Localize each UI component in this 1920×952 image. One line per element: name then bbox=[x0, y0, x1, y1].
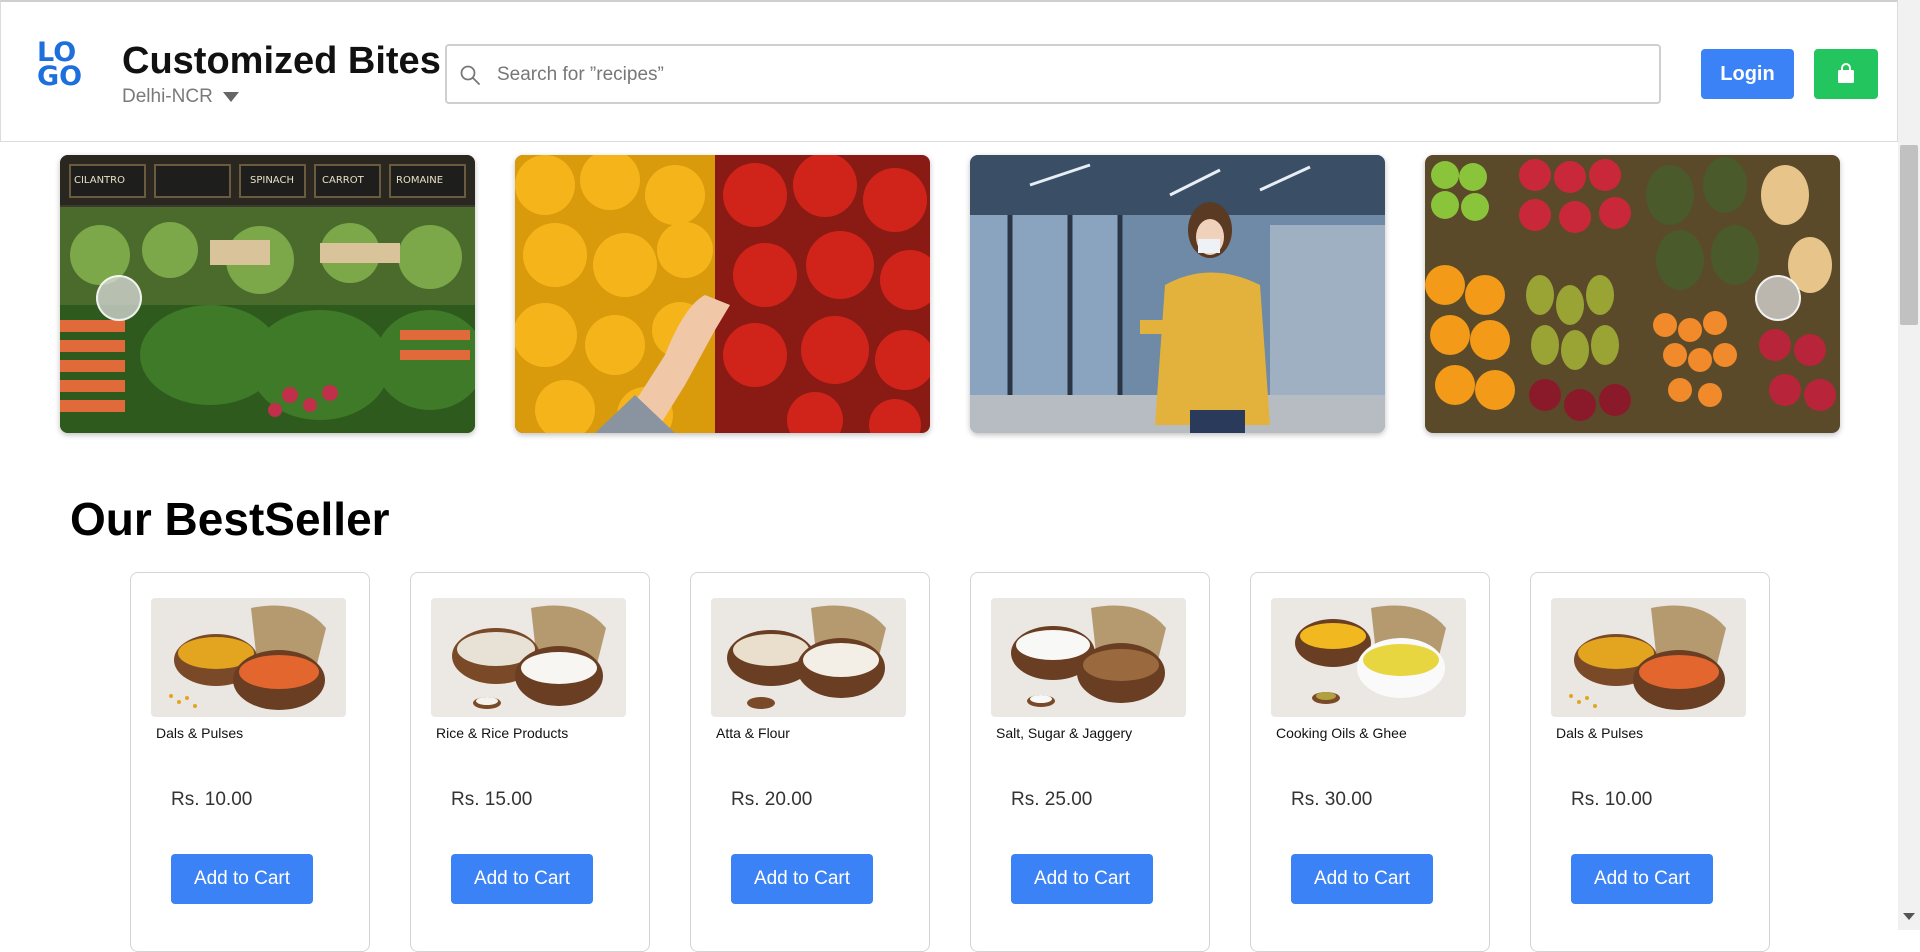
location-label: Delhi-NCR bbox=[122, 86, 213, 107]
product-name: Rice & Rice Products bbox=[436, 725, 569, 741]
product-price: Rs. 10.00 bbox=[171, 789, 253, 810]
login-button[interactable]: Login bbox=[1701, 49, 1794, 99]
product-image[interactable] bbox=[991, 598, 1186, 717]
product-image[interactable] bbox=[431, 598, 626, 717]
logo[interactable]: LO GO bbox=[37, 39, 87, 92]
search-input[interactable] bbox=[495, 46, 1649, 104]
product-price: Rs. 10.00 bbox=[1571, 789, 1653, 810]
shopping-bag-icon bbox=[1838, 63, 1854, 83]
brand-title: Customized Bites bbox=[122, 40, 441, 82]
chevron-down-icon bbox=[222, 92, 239, 102]
scrollbar-track[interactable] bbox=[1898, 0, 1920, 930]
product-image[interactable] bbox=[711, 598, 906, 717]
chalkboard-label: SPINACH bbox=[250, 175, 294, 186]
product-name: Cooking Oils & Ghee bbox=[1276, 725, 1407, 741]
add-to-cart-button[interactable]: Add to Cart bbox=[1291, 854, 1433, 904]
product-image[interactable] bbox=[151, 598, 346, 717]
product-name: Atta & Flour bbox=[716, 725, 790, 741]
search-bar[interactable] bbox=[445, 44, 1661, 104]
chalkboard-label: ROMAINE bbox=[396, 175, 443, 186]
product-image[interactable] bbox=[1551, 598, 1746, 717]
logo-text-bottom: GO bbox=[37, 61, 83, 92]
add-to-cart-button[interactable]: Add to Cart bbox=[451, 854, 593, 904]
product-price: Rs. 20.00 bbox=[731, 789, 813, 810]
banner-image-bell-peppers[interactable] bbox=[515, 155, 930, 433]
chalkboard-label: CILANTRO bbox=[74, 175, 125, 186]
site-header: LO GO Customized Bites Delhi-NCR Login bbox=[0, 0, 1898, 142]
product-card[interactable]: Dals & Pulses Rs. 10.00 Add to Cart bbox=[130, 572, 370, 952]
product-name: Dals & Pulses bbox=[156, 725, 244, 741]
product-price: Rs. 30.00 bbox=[1291, 789, 1373, 810]
product-card[interactable]: Salt, Sugar & Jaggery Rs. 25.00 Add to C… bbox=[970, 572, 1210, 952]
carousel-next-button[interactable] bbox=[1755, 275, 1801, 321]
product-card[interactable]: Dals & Pulses Rs. 10.00 Add to Cart bbox=[1530, 572, 1770, 952]
add-to-cart-button[interactable]: Add to Cart bbox=[1571, 854, 1713, 904]
search-icon bbox=[460, 65, 480, 85]
product-price: Rs. 15.00 bbox=[451, 789, 533, 810]
location-selector[interactable]: Delhi-NCR bbox=[122, 86, 239, 108]
add-to-cart-button[interactable]: Add to Cart bbox=[171, 854, 313, 904]
scrollbar-thumb[interactable] bbox=[1900, 145, 1918, 325]
carousel-prev-button[interactable] bbox=[96, 275, 142, 321]
add-to-cart-button[interactable]: Add to Cart bbox=[1011, 854, 1153, 904]
cart-button[interactable] bbox=[1814, 49, 1878, 99]
chalkboard-label: CARROT bbox=[322, 175, 365, 186]
product-card[interactable]: Rice & Rice Products Rs. 15.00 Add to Ca… bbox=[410, 572, 650, 952]
product-card[interactable]: Atta & Flour Rs. 20.00 Add to Cart bbox=[690, 572, 930, 952]
add-to-cart-button[interactable]: Add to Cart bbox=[731, 854, 873, 904]
product-name: Salt, Sugar & Jaggery bbox=[996, 725, 1133, 741]
product-name: Dals & Pulses bbox=[1556, 725, 1644, 741]
product-card[interactable]: Cooking Oils & Ghee Rs. 30.00 Add to Car… bbox=[1250, 572, 1490, 952]
scroll-down-icon[interactable] bbox=[1903, 913, 1915, 920]
banner-image-shopper[interactable] bbox=[970, 155, 1385, 433]
product-price: Rs. 25.00 bbox=[1011, 789, 1093, 810]
section-title-bestseller: Our BestSeller bbox=[70, 493, 390, 545]
product-image[interactable] bbox=[1271, 598, 1466, 717]
